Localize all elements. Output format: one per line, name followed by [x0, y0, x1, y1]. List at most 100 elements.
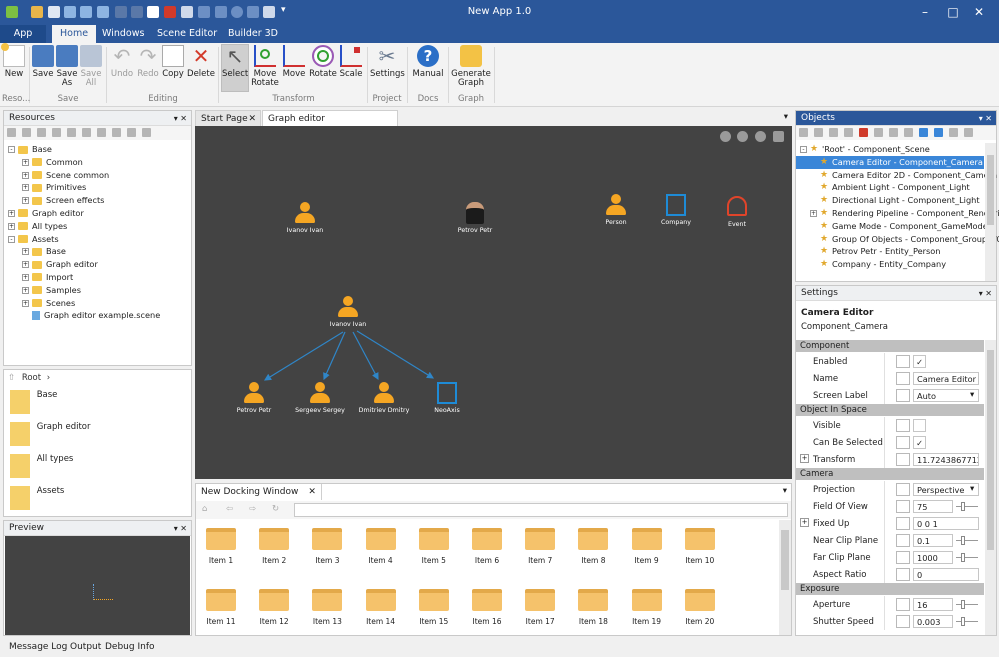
reset-default-box[interactable] — [896, 419, 910, 432]
tree-item[interactable]: + Import — [4, 271, 191, 284]
scale-button[interactable]: Scale — [338, 45, 364, 79]
tab-message-log[interactable]: Message Log — [9, 642, 67, 652]
reset-default-box[interactable] — [896, 568, 910, 581]
delete-icon[interactable] — [67, 128, 76, 137]
property-value-input[interactable]: 0.1 — [913, 534, 953, 547]
folder-item[interactable]: Item 20 — [677, 589, 723, 626]
slider-thumb[interactable] — [961, 502, 965, 511]
save-all-button[interactable]: Save All — [80, 45, 102, 88]
folder-item[interactable]: Item 5 — [411, 528, 457, 565]
folder-item[interactable]: Item 18 — [570, 589, 616, 626]
reset-default-box[interactable] — [896, 389, 910, 402]
object-tree-item[interactable]: - ★ 'Root' - Component_Scene — [796, 143, 984, 156]
folder-item[interactable]: Item 11 — [198, 589, 244, 626]
expand-icon[interactable]: + — [22, 171, 29, 179]
object-tree-item[interactable]: ★ Camera Editor 2D - Component_Camera — [796, 169, 997, 182]
expand-icon[interactable]: + — [8, 209, 15, 217]
expand-icon[interactable]: + — [22, 184, 29, 192]
save-as-button[interactable]: Save As — [56, 45, 78, 88]
property-slider[interactable] — [956, 553, 978, 562]
paste-icon[interactable] — [127, 128, 136, 137]
folder-item[interactable]: Item 9 — [624, 528, 670, 565]
reset-default-box[interactable] — [896, 355, 910, 368]
folder-item[interactable]: Item 7 — [517, 528, 563, 565]
folder-icon[interactable] — [82, 128, 91, 137]
property-value-input[interactable]: 16 — [913, 598, 953, 611]
property-checkbox[interactable]: ✓ — [913, 355, 926, 368]
tab-start-page[interactable]: Start Page ✕ — [195, 110, 261, 126]
property-value-input[interactable]: Camera Editor — [913, 372, 979, 385]
expand-icon[interactable]: + — [22, 158, 29, 166]
expand-icon[interactable]: + — [22, 261, 29, 269]
reset-default-box[interactable] — [896, 598, 910, 611]
slider-thumb[interactable] — [961, 536, 965, 545]
breadcrumb-root[interactable]: Root — [22, 373, 41, 383]
tree-item[interactable]: + All types — [4, 220, 191, 233]
copy-button[interactable]: Copy — [161, 45, 185, 79]
expand-icon[interactable]: + — [22, 299, 29, 307]
object-tree-item[interactable]: ★ Camera Editor - Component_Camera — [796, 155, 984, 169]
collapse-icon[interactable]: - — [800, 146, 807, 153]
object-tree-item[interactable]: ★ Group Of Objects - Component_GroupOfO — [796, 233, 999, 246]
tab-home[interactable]: Home — [52, 25, 97, 43]
undo-button[interactable]: ↶ Undo — [110, 45, 134, 79]
chevron-down-icon[interactable]: ▾ — [970, 390, 974, 400]
scrollbar-thumb[interactable] — [987, 155, 994, 225]
rename-icon[interactable] — [814, 128, 823, 137]
tree-item[interactable]: + Scene common — [4, 169, 191, 182]
copy-icon[interactable] — [112, 128, 121, 137]
folder-item[interactable]: Item 3 — [304, 528, 350, 565]
reset-default-box[interactable] — [896, 517, 910, 530]
collapse-icon[interactable]: - — [8, 146, 15, 153]
panel-pin-close-icon[interactable]: ▾ ✕ — [174, 521, 187, 536]
forward-arrow-icon[interactable]: ⇨ — [249, 504, 256, 514]
object-tree-item[interactable]: ★ Company - Entity_Company — [796, 258, 984, 271]
tree-item[interactable]: + Common — [4, 156, 191, 169]
graph-node-person[interactable]: Ivanov Ivan — [270, 202, 340, 234]
expand-icon[interactable]: + — [800, 454, 809, 463]
tree-item[interactable]: + Primitives — [4, 181, 191, 194]
tab-debug-info[interactable]: Debug Info — [105, 642, 155, 652]
graph-viewport[interactable]: Ivanov Ivan Petrov Petr Person Company E… — [195, 126, 792, 479]
tree-item[interactable]: + Graph editor — [4, 207, 191, 220]
cut-icon[interactable] — [889, 128, 898, 137]
tab-windows[interactable]: Windows — [94, 25, 152, 43]
back-arrow-icon[interactable]: ⇦ — [226, 504, 233, 514]
folder-list-item[interactable]: Graph editor — [10, 422, 91, 446]
reset-default-box[interactable] — [896, 551, 910, 564]
maximize-button[interactable]: □ — [940, 3, 966, 21]
copy-icon[interactable] — [904, 128, 913, 137]
folder-item[interactable]: Item 1 — [198, 528, 244, 565]
reset-default-box[interactable] — [896, 483, 910, 496]
object-tree-item[interactable]: + ★ Rendering Pipeline - Component_Renderi… — [796, 207, 999, 220]
folder-list-item[interactable]: Assets — [10, 486, 64, 510]
folder-item[interactable]: Item 14 — [358, 589, 404, 626]
delete-button[interactable]: ✕ Delete — [187, 45, 215, 79]
panel-pin-close-icon[interactable]: ▾ ✕ — [979, 111, 992, 126]
folder-item[interactable]: Item 16 — [464, 589, 510, 626]
graph-node-person[interactable]: Dmitriev Dmitry — [349, 382, 419, 414]
tree-item[interactable]: + Base — [4, 245, 191, 258]
tree-item[interactable]: + Scenes — [4, 297, 191, 310]
property-value-input[interactable]: 0.003 — [913, 615, 953, 628]
scrollbar-thumb[interactable] — [987, 350, 994, 550]
graph-node-person[interactable]: Sergeev Sergey — [285, 382, 355, 414]
tab-graph-editor-scene[interactable]: Graph editor example.scene✕ — [262, 110, 398, 140]
reset-default-box[interactable] — [896, 615, 910, 628]
tree-item[interactable]: + Screen effects — [4, 194, 191, 207]
redo-button[interactable]: ↷ Redo — [136, 45, 160, 79]
folder-item[interactable]: Item 6 — [464, 528, 510, 565]
folder-item[interactable]: Item 4 — [358, 528, 404, 565]
tab-output[interactable]: Output — [70, 642, 101, 652]
folder-list-item[interactable]: Base — [10, 390, 57, 414]
close-button[interactable]: ✕ — [966, 3, 992, 21]
settings-category-header[interactable]: Object In Space — [796, 404, 984, 416]
folder-item[interactable]: Item 2 — [251, 528, 297, 565]
new-button[interactable]: New — [1, 43, 25, 79]
property-slider[interactable] — [956, 600, 978, 609]
graph-node-person[interactable]: Petrov Petr — [219, 382, 289, 414]
graph-node-type-company[interactable]: Company — [641, 194, 711, 226]
folder-item[interactable]: Item 15 — [411, 589, 457, 626]
move-button[interactable]: Move — [281, 45, 307, 79]
path-input[interactable] — [294, 503, 788, 517]
